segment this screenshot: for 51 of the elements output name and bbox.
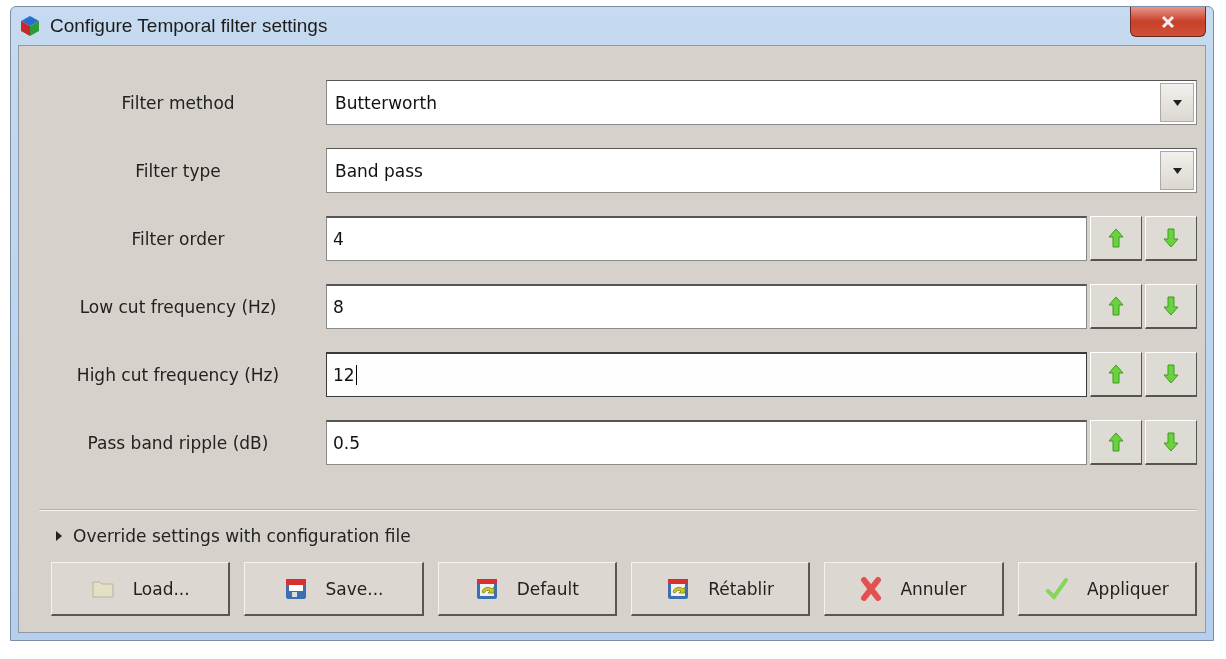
down-arrow-icon (1163, 296, 1179, 316)
caret-icon (1172, 99, 1182, 106)
window-refresh-icon (474, 576, 499, 601)
dropdown-value: Band pass (334, 160, 424, 181)
field-label: Filter order (130, 228, 226, 249)
increment-button[interactable] (1090, 352, 1142, 397)
field-label: Pass band ripple (dB) (86, 432, 270, 453)
expander[interactable]: Override settings with configuration file (55, 526, 411, 546)
dropdown-button[interactable] (1160, 83, 1194, 122)
input-field[interactable]: 8 (326, 284, 1087, 329)
window-title: Configure Temporal filter settings (50, 15, 329, 37)
dialog-button[interactable]: Load... (51, 562, 231, 616)
input-field[interactable]: 0.5 (326, 420, 1087, 465)
cross-icon (860, 576, 883, 601)
window-refresh-icon (666, 576, 691, 601)
dropdown-value: Butterworth (334, 92, 438, 113)
decrement-button[interactable] (1145, 420, 1197, 465)
up-arrow-icon (1108, 364, 1124, 384)
decrement-button[interactable] (1145, 284, 1197, 329)
cube-icon (20, 15, 40, 37)
up-arrow-icon (1108, 296, 1124, 316)
down-arrow-icon (1163, 364, 1179, 384)
caret-icon (1172, 167, 1182, 174)
close-button[interactable] (1130, 7, 1206, 37)
field-label: Filter method (120, 92, 236, 113)
input-field[interactable]: 4 (326, 216, 1087, 261)
field-label: Low cut frequency (Hz) (78, 296, 278, 317)
input-field[interactable]: 12 (326, 352, 1087, 397)
increment-button[interactable] (1090, 216, 1142, 261)
dialog-button[interactable]: Save... (244, 562, 424, 616)
decrement-button[interactable] (1145, 352, 1197, 397)
up-arrow-icon (1108, 432, 1124, 452)
down-arrow-icon (1163, 432, 1179, 452)
decrement-button[interactable] (1145, 216, 1197, 261)
floppy-icon (283, 576, 308, 601)
dropdown-button[interactable] (1160, 151, 1194, 190)
up-arrow-icon (1108, 228, 1124, 248)
down-arrow-icon (1163, 228, 1179, 248)
dialog-button[interactable]: Appliquer (1017, 562, 1197, 616)
dropdown[interactable]: Butterworth (326, 80, 1197, 125)
field-label: High cut frequency (Hz) (75, 364, 281, 385)
field-label: Filter type (134, 160, 222, 181)
triangle-icon (55, 531, 63, 541)
increment-button[interactable] (1090, 284, 1142, 329)
checkmark-icon (1044, 576, 1069, 601)
increment-button[interactable] (1090, 420, 1142, 465)
dialog-button[interactable]: Annuler (824, 562, 1004, 616)
dialog-button[interactable]: Default (437, 562, 617, 616)
dropdown[interactable]: Band pass (326, 148, 1197, 193)
dialog-button[interactable]: Rétablir (631, 562, 811, 616)
close-icon (1160, 14, 1176, 29)
